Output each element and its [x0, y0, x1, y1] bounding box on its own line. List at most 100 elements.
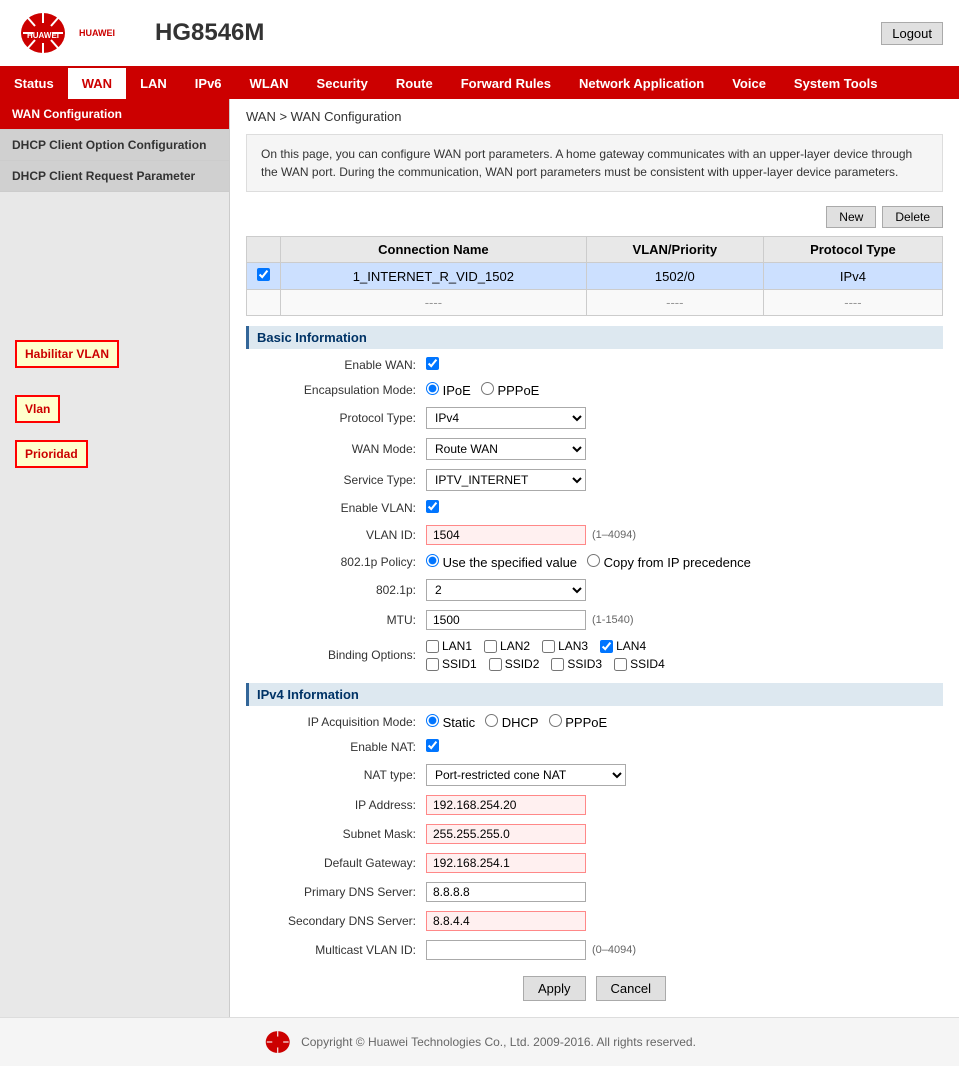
ssid1-cb[interactable]: [426, 658, 439, 671]
apply-button[interactable]: Apply: [523, 976, 586, 1001]
multicast-input[interactable]: [426, 940, 586, 960]
binding-row-1: LAN1 LAN2 LAN3 LAN4: [426, 639, 943, 653]
binding-ssid4[interactable]: SSID4: [614, 657, 665, 671]
binding-label: Binding Options:: [246, 648, 426, 662]
subnet-mask-row: Subnet Mask:: [246, 822, 943, 846]
encap-pppoe-label: PPPoE: [497, 383, 539, 398]
encap-ipoe-radio[interactable]: [426, 382, 439, 395]
lan3-cb[interactable]: [542, 640, 555, 653]
main-nav: Status WAN LAN IPv6 WLAN Security Route …: [0, 68, 959, 99]
logout-button[interactable]: Logout: [881, 22, 943, 45]
8021p-select[interactable]: 0123 4567: [426, 579, 586, 601]
new-button[interactable]: New: [826, 206, 876, 228]
dns1-row: Primary DNS Server:: [246, 880, 943, 904]
enable-nat-label: Enable NAT:: [246, 740, 426, 754]
table-row-empty: ---- ---- ----: [247, 290, 943, 316]
enable-wan-checkbox[interactable]: [426, 357, 439, 370]
basic-info-title: Basic Information: [246, 326, 943, 349]
wan-mode-select[interactable]: Route WAN Bridge WAN: [426, 438, 586, 460]
policy-copy-option[interactable]: Copy from IP precedence: [587, 554, 751, 570]
policy-row: 802.1p Policy: Use the specified value C…: [246, 552, 943, 572]
acq-dhcp-radio[interactable]: [485, 714, 498, 727]
lan4-cb[interactable]: [600, 640, 613, 653]
vlan-id-input[interactable]: [426, 525, 586, 545]
binding-lan3[interactable]: LAN3: [542, 639, 588, 653]
nav-forward[interactable]: Forward Rules: [447, 68, 565, 99]
binding-options-row: Binding Options: LAN1 LAN2 LAN3 LAN4 SSI…: [246, 637, 943, 673]
encap-mode-row: Encapsulation Mode: IPoE PPPoE: [246, 380, 943, 400]
nat-type-select[interactable]: Port-restricted cone NAT Full cone NAT A…: [426, 764, 626, 786]
table-row[interactable]: 1_INTERNET_R_VID_1502 1502/0 IPv4: [247, 263, 943, 290]
footer-logo: [263, 1028, 293, 1056]
sidebar-item-wan-config[interactable]: WAN Configuration: [0, 99, 229, 130]
protocol-type-row: Protocol Type: IPv4 IPv6 IPv4/IPv6: [246, 405, 943, 431]
vlan-id-hint: (1–4094): [592, 529, 636, 541]
ip-address-input[interactable]: [426, 795, 586, 815]
acq-static-option[interactable]: Static: [426, 714, 475, 730]
vlan-id-row: VLAN ID: (1–4094): [246, 523, 943, 547]
dns2-input[interactable]: [426, 911, 586, 931]
encap-pppoe-radio[interactable]: [481, 382, 494, 395]
nav-wlan[interactable]: WLAN: [236, 68, 303, 99]
acq-static-radio[interactable]: [426, 714, 439, 727]
nav-network-app[interactable]: Network Application: [565, 68, 718, 99]
service-type-select[interactable]: IPTV_INTERNET INTERNET TR069 OTHER: [426, 469, 586, 491]
breadcrumb: WAN > WAN Configuration: [246, 109, 943, 124]
wan-mode-row: WAN Mode: Route WAN Bridge WAN: [246, 436, 943, 462]
nav-security[interactable]: Security: [303, 68, 382, 99]
dns2-label: Secondary DNS Server:: [246, 914, 426, 928]
logo-area: HUAWEI HUAWEI: [16, 8, 115, 58]
8021p-row: 802.1p: 0123 4567: [246, 577, 943, 603]
gateway-input[interactable]: [426, 853, 586, 873]
footer-text: Copyright © Huawei Technologies Co., Ltd…: [301, 1035, 696, 1049]
footer: Copyright © Huawei Technologies Co., Ltd…: [0, 1017, 959, 1066]
ssid2-cb[interactable]: [489, 658, 502, 671]
ipv4-info-title: IPv4 Information: [246, 683, 943, 706]
protocol-select[interactable]: IPv4 IPv6 IPv4/IPv6: [426, 407, 586, 429]
nav-wan[interactable]: WAN: [68, 68, 126, 99]
sidebar-item-dhcp-request[interactable]: DHCP Client Request Parameter: [0, 161, 229, 192]
delete-button[interactable]: Delete: [882, 206, 943, 228]
nav-lan[interactable]: LAN: [126, 68, 181, 99]
enable-vlan-checkbox[interactable]: [426, 500, 439, 513]
nav-voice[interactable]: Voice: [718, 68, 780, 99]
binding-ssid3[interactable]: SSID3: [551, 657, 602, 671]
binding-ssid2[interactable]: SSID2: [489, 657, 540, 671]
policy-copy-radio[interactable]: [587, 554, 600, 567]
binding-ssid1[interactable]: SSID1: [426, 657, 477, 671]
lan2-cb[interactable]: [484, 640, 497, 653]
nav-route[interactable]: Route: [382, 68, 447, 99]
acq-mode-label: IP Acquisition Mode:: [246, 715, 426, 729]
policy-copy-label: Copy from IP precedence: [604, 555, 751, 570]
binding-lan4[interactable]: LAN4: [600, 639, 646, 653]
acq-pppoe-option[interactable]: PPPoE: [549, 714, 608, 730]
row1-protocol: IPv4: [763, 263, 942, 290]
8021p-label: 802.1p:: [246, 583, 426, 597]
cancel-button[interactable]: Cancel: [596, 976, 666, 1001]
row1-checkbox[interactable]: [257, 268, 270, 281]
acq-pppoe-radio[interactable]: [549, 714, 562, 727]
binding-lan2[interactable]: LAN2: [484, 639, 530, 653]
nav-system-tools[interactable]: System Tools: [780, 68, 892, 99]
sidebar-item-dhcp-option[interactable]: DHCP Client Option Configuration: [0, 130, 229, 161]
dns1-input[interactable]: [426, 882, 586, 902]
lan1-cb[interactable]: [426, 640, 439, 653]
mtu-input[interactable]: [426, 610, 586, 630]
subnet-mask-input[interactable]: [426, 824, 586, 844]
enable-nat-checkbox[interactable]: [426, 739, 439, 752]
encap-ipoe-option[interactable]: IPoE: [426, 382, 471, 398]
policy-specified-radio[interactable]: [426, 554, 439, 567]
encap-pppoe-option[interactable]: PPPoE: [481, 382, 540, 398]
acq-dhcp-option[interactable]: DHCP: [485, 714, 538, 730]
enable-wan-row: Enable WAN:: [246, 355, 943, 375]
ssid4-cb[interactable]: [614, 658, 627, 671]
policy-specified-option[interactable]: Use the specified value: [426, 554, 577, 570]
nav-ipv6[interactable]: IPv6: [181, 68, 236, 99]
sidebar: WAN Configuration DHCP Client Option Con…: [0, 99, 230, 1017]
content-area: WAN > WAN Configuration On this page, yo…: [230, 99, 959, 1017]
col-vlan: VLAN/Priority: [586, 237, 763, 263]
binding-lan1[interactable]: LAN1: [426, 639, 472, 653]
ssid3-cb[interactable]: [551, 658, 564, 671]
protocol-label: Protocol Type:: [246, 411, 426, 425]
nav-status[interactable]: Status: [0, 68, 68, 99]
